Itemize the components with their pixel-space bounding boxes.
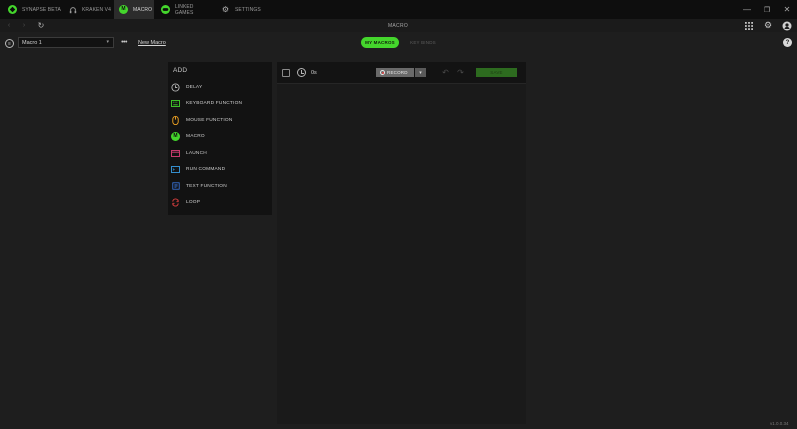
tab-key-binds[interactable]: KEY BINDS bbox=[403, 37, 443, 48]
add-panel: ADD DELAY KEYBOARD FUNCTION MOUSE FUNCTI… bbox=[168, 62, 272, 215]
tab-label: SYNAPSE BETA bbox=[22, 6, 61, 13]
settings-button[interactable]: ⚙ bbox=[761, 19, 775, 32]
maximize-button[interactable]: ❐ bbox=[757, 0, 777, 19]
redo-button[interactable]: ↷ bbox=[455, 67, 466, 78]
add-panel-title: ADD bbox=[173, 67, 188, 74]
tab-label: SETTINGS bbox=[235, 6, 261, 13]
tab-macro[interactable]: M MACRO bbox=[114, 0, 154, 19]
mouse-icon bbox=[171, 115, 180, 125]
razer-logo-icon bbox=[8, 5, 17, 14]
add-item-label: TEXT FUNCTION bbox=[186, 183, 227, 189]
add-item-label: MACRO bbox=[186, 134, 205, 139]
save-button[interactable]: SAVE bbox=[476, 68, 517, 77]
add-text-function[interactable]: TEXT FUNCTION bbox=[171, 179, 269, 193]
add-item-label: MOUSE FUNCTION bbox=[186, 117, 233, 123]
add-item-label: LAUNCH bbox=[186, 150, 207, 156]
record-label: RECORD bbox=[387, 70, 408, 75]
tab-my-macros[interactable]: MY MACROS bbox=[361, 37, 399, 48]
forward-button[interactable]: › bbox=[18, 19, 30, 32]
headset-icon bbox=[68, 5, 77, 14]
add-item-label: KEYBOARD FUNCTION bbox=[186, 101, 243, 106]
add-macro[interactable]: M MACRO bbox=[171, 130, 269, 144]
add-keyboard-function[interactable]: KEYBOARD FUNCTION bbox=[171, 97, 269, 111]
grid-icon bbox=[745, 21, 753, 30]
add-run-command[interactable]: RUN COMMAND bbox=[171, 163, 269, 177]
minimize-button[interactable]: — bbox=[737, 0, 757, 19]
refresh-button[interactable]: ↻ bbox=[35, 19, 47, 32]
undo-icon: ↶ bbox=[442, 68, 449, 77]
macro-icon: M bbox=[119, 5, 128, 14]
back-button[interactable]: ‹ bbox=[3, 19, 15, 32]
tab-synapse-beta[interactable]: SYNAPSE BETA bbox=[4, 0, 62, 19]
clock-icon bbox=[297, 68, 306, 77]
add-delay[interactable]: DELAY bbox=[171, 80, 269, 94]
profile-button[interactable] bbox=[780, 19, 794, 32]
undo-button[interactable]: ↶ bbox=[440, 67, 451, 78]
apps-grid-button[interactable] bbox=[742, 19, 756, 32]
tab-kraken-v4[interactable]: KRAKEN V4 bbox=[64, 0, 112, 19]
editor-header: 0s RECORD ▾ ↶ ↷ SAVE bbox=[277, 62, 526, 84]
record-button[interactable]: RECORD bbox=[376, 68, 414, 77]
add-item-label: RUN COMMAND bbox=[186, 167, 226, 172]
add-loop[interactable]: LOOP bbox=[171, 196, 269, 210]
app-version: v1.0.0.34 bbox=[770, 421, 789, 426]
clock-icon bbox=[171, 82, 180, 92]
more-options-button[interactable]: ••• bbox=[118, 37, 130, 48]
close-button[interactable]: ✕ bbox=[777, 0, 797, 19]
tab-linked-games[interactable]: LINKED GAMES bbox=[157, 0, 213, 19]
keyboard-icon bbox=[171, 99, 180, 108]
tab-settings[interactable]: ⚙ SETTINGS bbox=[217, 0, 261, 19]
help-button[interactable]: ? bbox=[783, 38, 792, 47]
tab-label: LINKED GAMES bbox=[174, 3, 194, 16]
macro-duration: 0s bbox=[311, 69, 317, 76]
chevron-down-icon: ▾ bbox=[419, 69, 422, 76]
loop-icon bbox=[171, 198, 180, 207]
macro-icon: M bbox=[171, 132, 180, 141]
tab-label: MACRO bbox=[133, 6, 153, 13]
page-title: MACRO bbox=[387, 22, 409, 29]
gear-icon: ⚙ bbox=[221, 4, 230, 14]
terminal-icon bbox=[171, 165, 180, 174]
add-launch[interactable]: LAUNCH bbox=[171, 146, 269, 160]
macro-editor: 0s RECORD ▾ ↶ ↷ SAVE bbox=[277, 62, 526, 424]
add-item-label: DELAY bbox=[186, 84, 203, 90]
record-icon bbox=[380, 70, 385, 75]
tab-label: KRAKEN V4 bbox=[82, 6, 111, 13]
macro-select[interactable]: Macro 1 ▾ bbox=[18, 37, 114, 48]
user-avatar-icon bbox=[782, 21, 792, 30]
macro-select-value: Macro 1 bbox=[22, 39, 42, 46]
add-mouse-function[interactable]: MOUSE FUNCTION bbox=[171, 113, 269, 127]
chevron-down-icon: ▾ bbox=[106, 39, 109, 45]
add-item-label: LOOP bbox=[186, 200, 201, 205]
gamepad-icon bbox=[161, 5, 170, 14]
macro-list-icon[interactable]: ≡ bbox=[5, 39, 14, 48]
redo-icon: ↷ bbox=[457, 68, 464, 77]
text-icon bbox=[171, 182, 180, 191]
launch-icon bbox=[171, 149, 180, 158]
select-all-checkbox[interactable] bbox=[282, 69, 290, 77]
record-options-button[interactable]: ▾ bbox=[415, 68, 426, 77]
new-macro-link[interactable]: New Macro bbox=[138, 37, 166, 48]
gear-icon: ⚙ bbox=[763, 20, 773, 30]
